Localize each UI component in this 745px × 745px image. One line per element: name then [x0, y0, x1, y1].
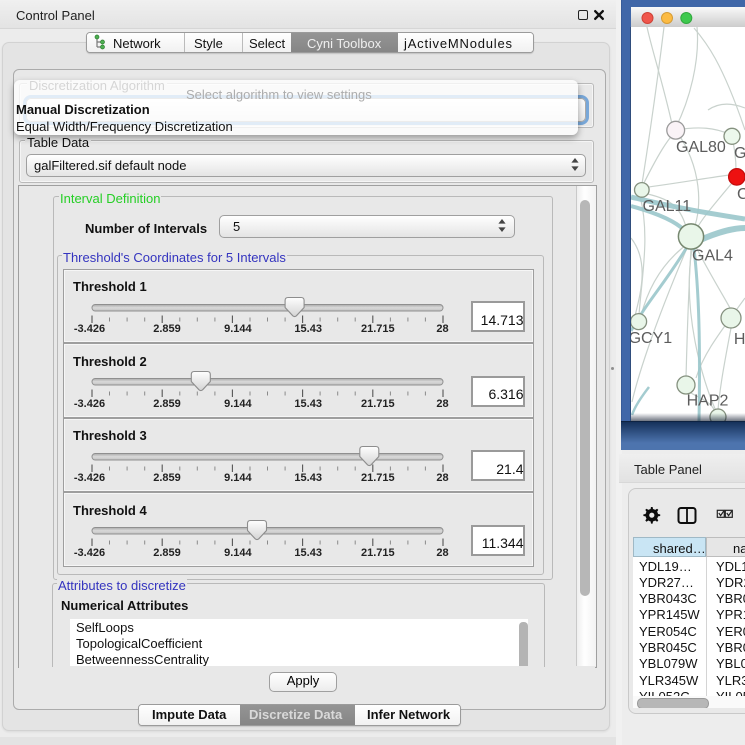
svg-text:GCY1: GCY1: [631, 330, 672, 347]
svg-text:HAP2: HAP2: [687, 393, 729, 410]
svg-text:GAL3: GAL3: [734, 145, 745, 162]
svg-text:GAL4: GAL4: [692, 248, 733, 265]
svg-text:GAL80: GAL80: [676, 139, 726, 156]
svg-text:GAL11: GAL11: [643, 198, 692, 215]
svg-text:HIS4: HIS4: [734, 331, 745, 348]
svg-text:CYC8: CYC8: [737, 186, 745, 203]
